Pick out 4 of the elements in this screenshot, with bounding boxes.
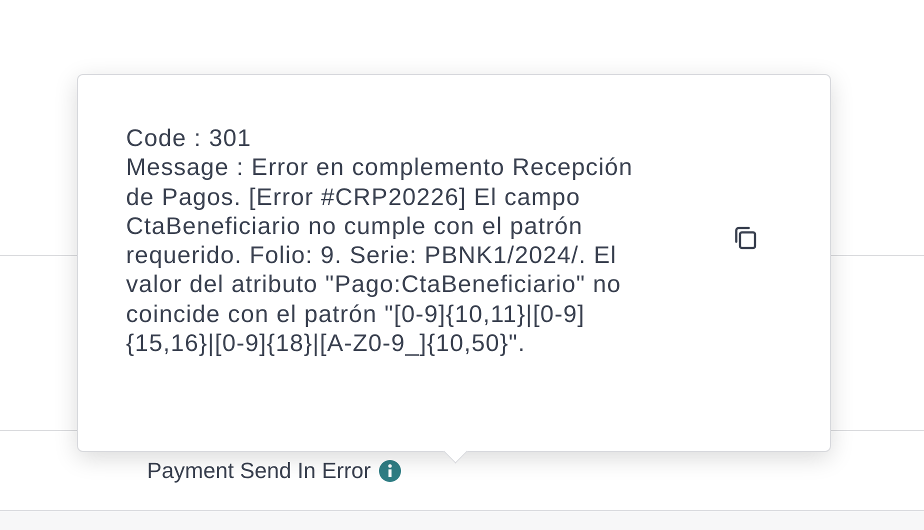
error-code: Code : 301 bbox=[126, 124, 252, 154]
status-label: Payment Send In Error bbox=[147, 458, 371, 484]
info-icon[interactable] bbox=[378, 460, 401, 482]
error-message: Message : Error en complemento Recepción de Pagos. [Error #CRP20226] El campo CtaBeneficiario no cumple con el patrón requerido. Folio: 9. Serie: PBNK1/2024/. El valor del atributo "Pago:CtaBeneficiario" no coincide con el patrón "[0-9]{10,11}|[0-9]{15,16}|[0-9]{18}|[A-Z0-9_]{10,50}". bbox=[126, 153, 634, 358]
